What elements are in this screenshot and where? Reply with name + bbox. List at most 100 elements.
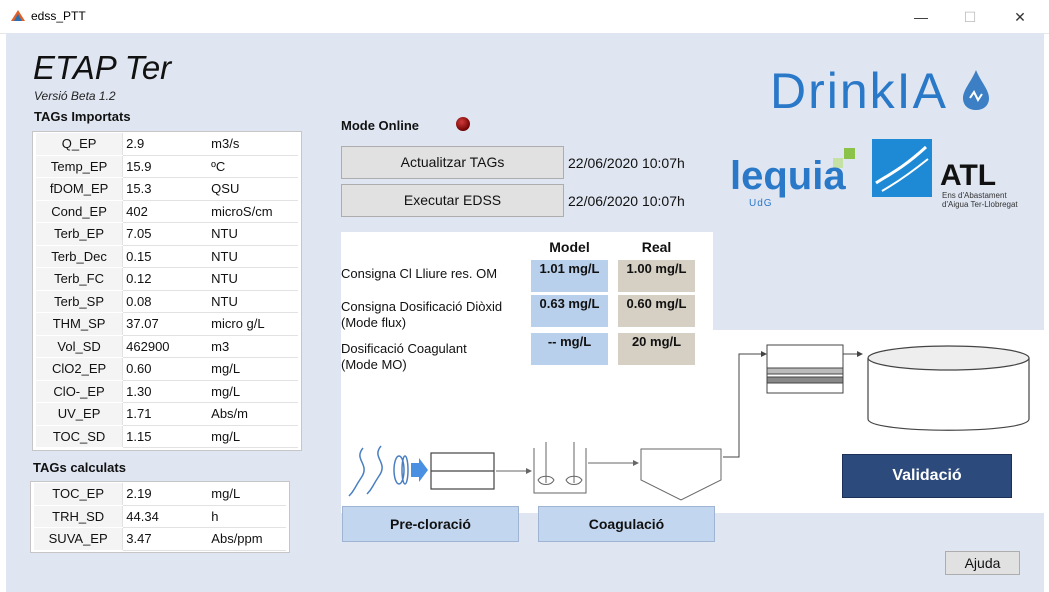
tag-value: 2.19 bbox=[122, 483, 209, 506]
model-value-cell: 0.63 mg/L bbox=[531, 295, 608, 327]
tag-unit: NTU bbox=[208, 290, 298, 313]
tag-row: TRH_SD 44.34 h bbox=[34, 505, 286, 528]
chlorination-icon bbox=[348, 445, 428, 497]
tag-name: Terb_FC bbox=[36, 267, 124, 291]
tag-name: Terb_SP bbox=[36, 290, 124, 313]
imported-tags-table: Q_EP 2.9 m3/s Temp_EP 15.9 ºC fDOM_EP 15.3 QSU Co… bbox=[36, 133, 298, 448]
matlab-icon bbox=[11, 10, 25, 21]
settler-tank bbox=[640, 448, 722, 501]
imported-tags-label: TAGs Importats bbox=[34, 109, 131, 124]
tag-name: Terb_EP bbox=[36, 222, 124, 246]
tag-row: Temp_EP 15.9 ºC bbox=[36, 155, 298, 178]
tag-unit: mg/L bbox=[208, 483, 286, 506]
tag-row: ClO-_EP 1.30 mg/L bbox=[36, 380, 298, 403]
tag-unit: QSU bbox=[208, 177, 298, 201]
tag-name: TRH_SD bbox=[34, 505, 124, 528]
tag-unit: Abs/ppm bbox=[208, 527, 286, 551]
validation-button[interactable]: Validació bbox=[842, 454, 1012, 498]
tag-name: fDOM_EP bbox=[36, 177, 124, 201]
help-button[interactable]: Ajuda bbox=[945, 551, 1020, 575]
tag-value: 1.71 bbox=[122, 402, 209, 426]
coagulation-button[interactable]: Coagulació bbox=[538, 506, 715, 542]
app-window: ETAP Ter Versió Beta 1.2 TAGs Importats … bbox=[6, 33, 1044, 592]
minimize-button[interactable]: — bbox=[906, 6, 936, 28]
tag-row: UV_EP 1.71 Abs/m bbox=[36, 402, 298, 426]
tag-value: 44.34 bbox=[122, 505, 209, 528]
tag-value: 2.9 bbox=[122, 133, 209, 156]
imported-tags-panel: Q_EP 2.9 m3/s Temp_EP 15.9 ºC fDOM_EP 15.3 QSU Co… bbox=[32, 131, 302, 451]
real-value-cell: 1.00 mg/L bbox=[618, 260, 695, 292]
tag-unit: Abs/m bbox=[208, 402, 298, 426]
tag-name: TOC_SD bbox=[36, 425, 124, 448]
tag-name: Temp_EP bbox=[36, 155, 124, 178]
dosing-row-label: Consigna Dosificació Diòxid (Mode flux) bbox=[341, 299, 503, 330]
app-version: Versió Beta 1.2 bbox=[34, 89, 116, 103]
prechlorination-tank bbox=[430, 452, 495, 490]
maximize-button[interactable]: ☐ bbox=[955, 6, 985, 28]
tag-unit: m3 bbox=[208, 335, 298, 358]
tag-value: 0.15 bbox=[122, 245, 209, 268]
tag-name: THM_SP bbox=[36, 312, 124, 336]
precloration-button[interactable]: Pre-cloració bbox=[342, 506, 519, 542]
tag-row: Q_EP 2.9 m3/s bbox=[36, 133, 298, 156]
close-button[interactable]: ✕ bbox=[1005, 6, 1035, 28]
tag-row: fDOM_EP 15.3 QSU bbox=[36, 177, 298, 201]
tag-name: Terb_Dec bbox=[36, 245, 124, 268]
tag-row: SUVA_EP 3.47 Abs/ppm bbox=[34, 527, 286, 551]
tag-unit: NTU bbox=[208, 222, 298, 246]
tag-unit: ºC bbox=[208, 155, 298, 178]
tag-name: TOC_EP bbox=[34, 483, 124, 506]
tag-unit: mg/L bbox=[208, 425, 298, 448]
tag-value: 3.47 bbox=[122, 527, 209, 551]
tag-unit: m3/s bbox=[208, 133, 298, 156]
storage-tank bbox=[867, 345, 1030, 431]
dosing-row-label: Consigna Cl Lliure res. OM bbox=[341, 266, 498, 281]
atl-wave-icon bbox=[872, 139, 932, 197]
coagulation-tank bbox=[533, 442, 587, 494]
tag-value: 15.9 bbox=[122, 155, 209, 178]
tag-row: Terb_EP 7.05 NTU bbox=[36, 222, 298, 246]
status-led-icon bbox=[456, 117, 470, 131]
tag-value: 37.07 bbox=[122, 312, 209, 336]
mode-online-label: Mode Online bbox=[341, 118, 419, 133]
calculated-tags-label: TAGs calculats bbox=[33, 460, 126, 475]
tag-value: 462900 bbox=[122, 335, 209, 358]
filter-tank bbox=[766, 344, 844, 394]
tag-value: 0.60 bbox=[122, 357, 209, 381]
tag-value: 1.30 bbox=[122, 380, 209, 403]
tag-row: Terb_FC 0.12 NTU bbox=[36, 267, 298, 291]
calculated-tags-table: TOC_EP 2.19 mg/L TRH_SD 44.34 h SUVA_EP 3.47 Abs… bbox=[34, 483, 286, 551]
window-titlebar: edss_PTT — ☐ ✕ bbox=[0, 0, 1049, 34]
atl-logo: ATL bbox=[940, 159, 997, 192]
tag-value: 7.05 bbox=[122, 222, 209, 246]
tag-value: 0.12 bbox=[122, 267, 209, 291]
run-timestamp: 22/06/2020 10:07h bbox=[568, 193, 685, 209]
model-value-cell: 1.01 mg/L bbox=[531, 260, 608, 292]
tag-row: TOC_EP 2.19 mg/L bbox=[34, 483, 286, 506]
tag-row: Terb_SP 0.08 NTU bbox=[36, 290, 298, 313]
tag-name: SUVA_EP bbox=[34, 527, 124, 551]
app-title: ETAP Ter bbox=[33, 49, 172, 86]
tag-name: Q_EP bbox=[36, 133, 124, 156]
window-title: edss_PTT bbox=[31, 9, 86, 23]
tag-row: THM_SP 37.07 micro g/L bbox=[36, 312, 298, 336]
tag-row: Terb_Dec 0.15 NTU bbox=[36, 245, 298, 268]
tag-row: TOC_SD 1.15 mg/L bbox=[36, 425, 298, 448]
tag-unit: microS/cm bbox=[208, 200, 298, 223]
update-tags-button[interactable]: Actualitzar TAGs bbox=[341, 146, 564, 179]
tag-unit: h bbox=[208, 505, 286, 528]
drinkia-logo: DrinkIA bbox=[770, 65, 991, 117]
tag-unit: NTU bbox=[208, 267, 298, 291]
tag-value: 1.15 bbox=[122, 425, 209, 448]
tag-value: 0.08 bbox=[122, 290, 209, 313]
run-edss-button[interactable]: Executar EDSS bbox=[341, 184, 564, 217]
tag-unit: micro g/L bbox=[208, 312, 298, 336]
tag-value: 15.3 bbox=[122, 177, 209, 201]
tag-name: UV_EP bbox=[36, 402, 124, 426]
tag-row: Vol_SD 462900 m3 bbox=[36, 335, 298, 358]
drop-icon bbox=[963, 70, 990, 110]
tag-name: ClO2_EP bbox=[36, 357, 124, 381]
tag-name: Cond_EP bbox=[36, 200, 124, 223]
real-column-header: Real bbox=[641, 239, 672, 255]
tag-value: 402 bbox=[122, 200, 209, 223]
